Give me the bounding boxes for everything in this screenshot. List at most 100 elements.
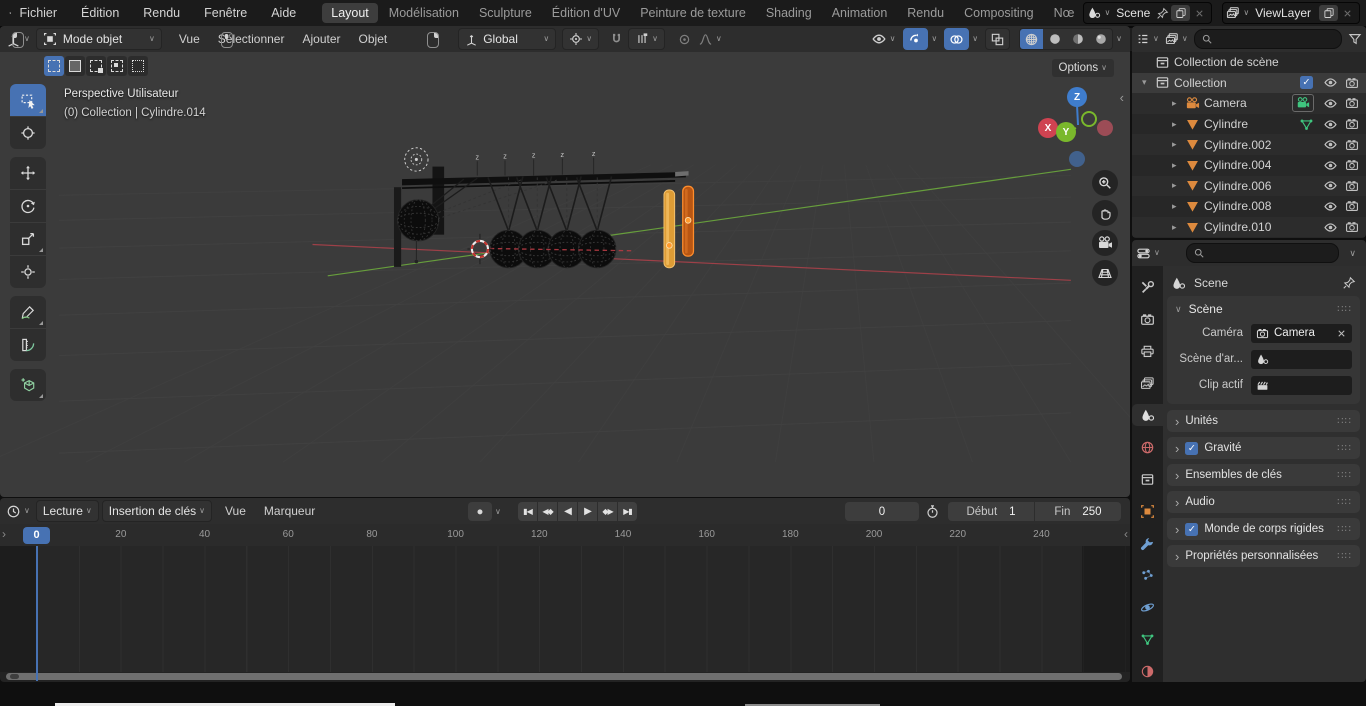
tab-object-data[interactable]: [1132, 628, 1163, 650]
tab-modifiers[interactable]: [1132, 532, 1163, 554]
blender-logo-icon[interactable]: [9, 4, 12, 22]
viewport-canvas[interactable]: zz zz z: [0, 52, 1130, 497]
tool-move[interactable]: [10, 157, 46, 189]
new-viewlayer-button[interactable]: [1319, 5, 1338, 21]
workspace-tab[interactable]: Peinture de texture: [631, 3, 755, 23]
use-preview-range-button[interactable]: [925, 504, 940, 519]
expand-arrow[interactable]: ▸: [1172, 119, 1185, 130]
cylinder-selected-active[interactable]: [664, 190, 675, 268]
breadcrumb-label[interactable]: Scene: [1194, 276, 1228, 290]
hide-in-viewport-icon[interactable]: [1320, 137, 1341, 152]
scene-name[interactable]: Scene: [1110, 6, 1156, 20]
disable-in-renders-icon[interactable]: [1341, 199, 1362, 213]
scrollbar-knob[interactable]: [10, 674, 19, 679]
hide-in-viewport-icon[interactable]: [1320, 75, 1341, 90]
frame-start-field[interactable]: Début 1: [948, 502, 1034, 521]
hide-in-viewport-icon[interactable]: [1320, 158, 1341, 173]
outliner-row[interactable]: Collection de scène: [1132, 52, 1366, 73]
workspace-tab[interactable]: Rendu: [898, 3, 953, 23]
properties-search-input[interactable]: [1186, 243, 1340, 263]
panel-checkbox[interactable]: ✓: [1185, 442, 1198, 455]
outliner-row[interactable]: ▸ Cylindre.010: [1132, 217, 1366, 238]
viewlayer-name[interactable]: ViewLayer: [1249, 6, 1317, 20]
previous-keyframe-button[interactable]: ◀◆: [538, 502, 557, 521]
gizmo-z-neg[interactable]: [1069, 151, 1085, 167]
tool-annotate[interactable]: [10, 296, 46, 328]
panel-header[interactable]: › ✓ Gravité ∷∷: [1167, 437, 1360, 459]
panel-grip[interactable]: ∷∷: [1337, 443, 1352, 454]
disable-in-renders-icon[interactable]: [1341, 96, 1362, 110]
hide-in-viewport-icon[interactable]: [1320, 96, 1341, 111]
options-button[interactable]: Options∨: [1052, 59, 1115, 77]
tab-material[interactable]: [1132, 660, 1163, 682]
workspace-tab[interactable]: Compositing: [955, 3, 1042, 23]
playback-menu[interactable]: Lecture∨: [36, 500, 99, 522]
gizmo-y-neg[interactable]: [1081, 111, 1097, 127]
menu-item[interactable]: Rendu: [143, 6, 180, 20]
camera-view-button[interactable]: [1092, 230, 1118, 256]
cradle-ball-raised[interactable]: [398, 200, 439, 241]
panel-grip[interactable]: ∷∷: [1337, 416, 1352, 427]
menu-item[interactable]: Fichier: [20, 6, 58, 20]
gizmo-x-neg[interactable]: [1097, 120, 1113, 136]
tool-select-box[interactable]: [10, 84, 46, 116]
hide-in-viewport-icon[interactable]: [1320, 199, 1341, 214]
gizmo-z-axis[interactable]: Z: [1067, 87, 1087, 107]
background-scene-field[interactable]: [1251, 350, 1352, 369]
tab-view-layer[interactable]: [1132, 372, 1163, 394]
outliner-row[interactable]: ▸ Camera: [1132, 93, 1366, 114]
pin-icon[interactable]: [1342, 276, 1356, 290]
tool-scale[interactable]: [10, 223, 46, 255]
tab-collection[interactable]: [1132, 468, 1163, 490]
outliner-search-input[interactable]: [1194, 29, 1342, 49]
panel-header[interactable]: › Audio ∷∷: [1167, 491, 1360, 513]
perspective-toggle-button[interactable]: [1092, 260, 1118, 286]
snap-toggle[interactable]: [609, 32, 624, 47]
shading-rendered-button[interactable]: [1089, 29, 1112, 49]
navigation-gizmo[interactable]: Z X Y: [1035, 84, 1125, 174]
pivot-point-selector[interactable]: ∨: [562, 28, 599, 50]
timeline-track-area[interactable]: [0, 546, 1130, 672]
menu-item[interactable]: Vue: [216, 504, 255, 518]
snap-settings-selector[interactable]: ∨: [628, 28, 665, 50]
outliner-filter-button[interactable]: [1348, 32, 1362, 46]
select-box-button[interactable]: [65, 56, 85, 76]
workspace-tab[interactable]: Layout: [322, 3, 378, 23]
play-button[interactable]: ▶: [578, 502, 597, 521]
select-extend-button[interactable]: [128, 56, 148, 76]
menu-item[interactable]: Vue: [170, 32, 209, 46]
panel-header[interactable]: › ✓ Monde de corps rigides ∷∷: [1167, 518, 1360, 540]
current-frame-field[interactable]: 0: [845, 502, 919, 521]
camera-data-icon[interactable]: [1292, 94, 1314, 112]
expand-arrow[interactable]: ▸: [1172, 98, 1185, 109]
playhead-frame-badge[interactable]: 0: [23, 527, 50, 544]
disable-in-renders-icon[interactable]: [1341, 179, 1362, 193]
panel-grip[interactable]: ∷∷: [1337, 470, 1352, 481]
expand-arrow[interactable]: ▸: [1172, 139, 1185, 150]
workspace-tab[interactable]: Sculpture: [470, 3, 541, 23]
panel-header[interactable]: › Unités ∷∷: [1167, 410, 1360, 432]
pin-icon[interactable]: [1156, 7, 1169, 20]
mesh-data-icon[interactable]: [1299, 117, 1314, 132]
timeline-ruler[interactable]: › 20406080100120140160180200220240 ‹: [0, 524, 1130, 546]
jump-to-end-button[interactable]: ▶▮: [618, 502, 637, 521]
viewlayer-datablock-icon[interactable]: ∨: [1226, 6, 1249, 20]
menu-item[interactable]: Fenêtre: [204, 6, 247, 20]
panel-grip[interactable]: ∷∷: [1337, 497, 1352, 508]
outliner-row[interactable]: ▸ Cylindre.006: [1132, 176, 1366, 197]
collection-checkbox[interactable]: ✓: [1300, 76, 1313, 89]
next-keyframe-button[interactable]: ◆▶: [598, 502, 617, 521]
scene-datablock-icon[interactable]: ∨: [1087, 6, 1110, 20]
active-clip-field[interactable]: [1251, 376, 1352, 395]
timeline-expand-arrow[interactable]: ›: [2, 527, 6, 541]
scene-selector[interactable]: ∨ Scene: [1083, 2, 1212, 24]
viewlayer-selector[interactable]: ∨ ViewLayer: [1222, 2, 1360, 24]
expand-arrow[interactable]: ▸: [1172, 201, 1185, 212]
disable-in-renders-icon[interactable]: [1341, 138, 1362, 152]
disable-in-renders-icon[interactable]: [1341, 158, 1362, 172]
menu-item[interactable]: Ajouter: [293, 32, 349, 46]
expand-arrow[interactable]: ▸: [1172, 222, 1185, 233]
expand-arrow[interactable]: ▾: [1142, 77, 1155, 88]
new-scene-button[interactable]: [1171, 5, 1190, 21]
tab-tool[interactable]: [1132, 276, 1163, 298]
